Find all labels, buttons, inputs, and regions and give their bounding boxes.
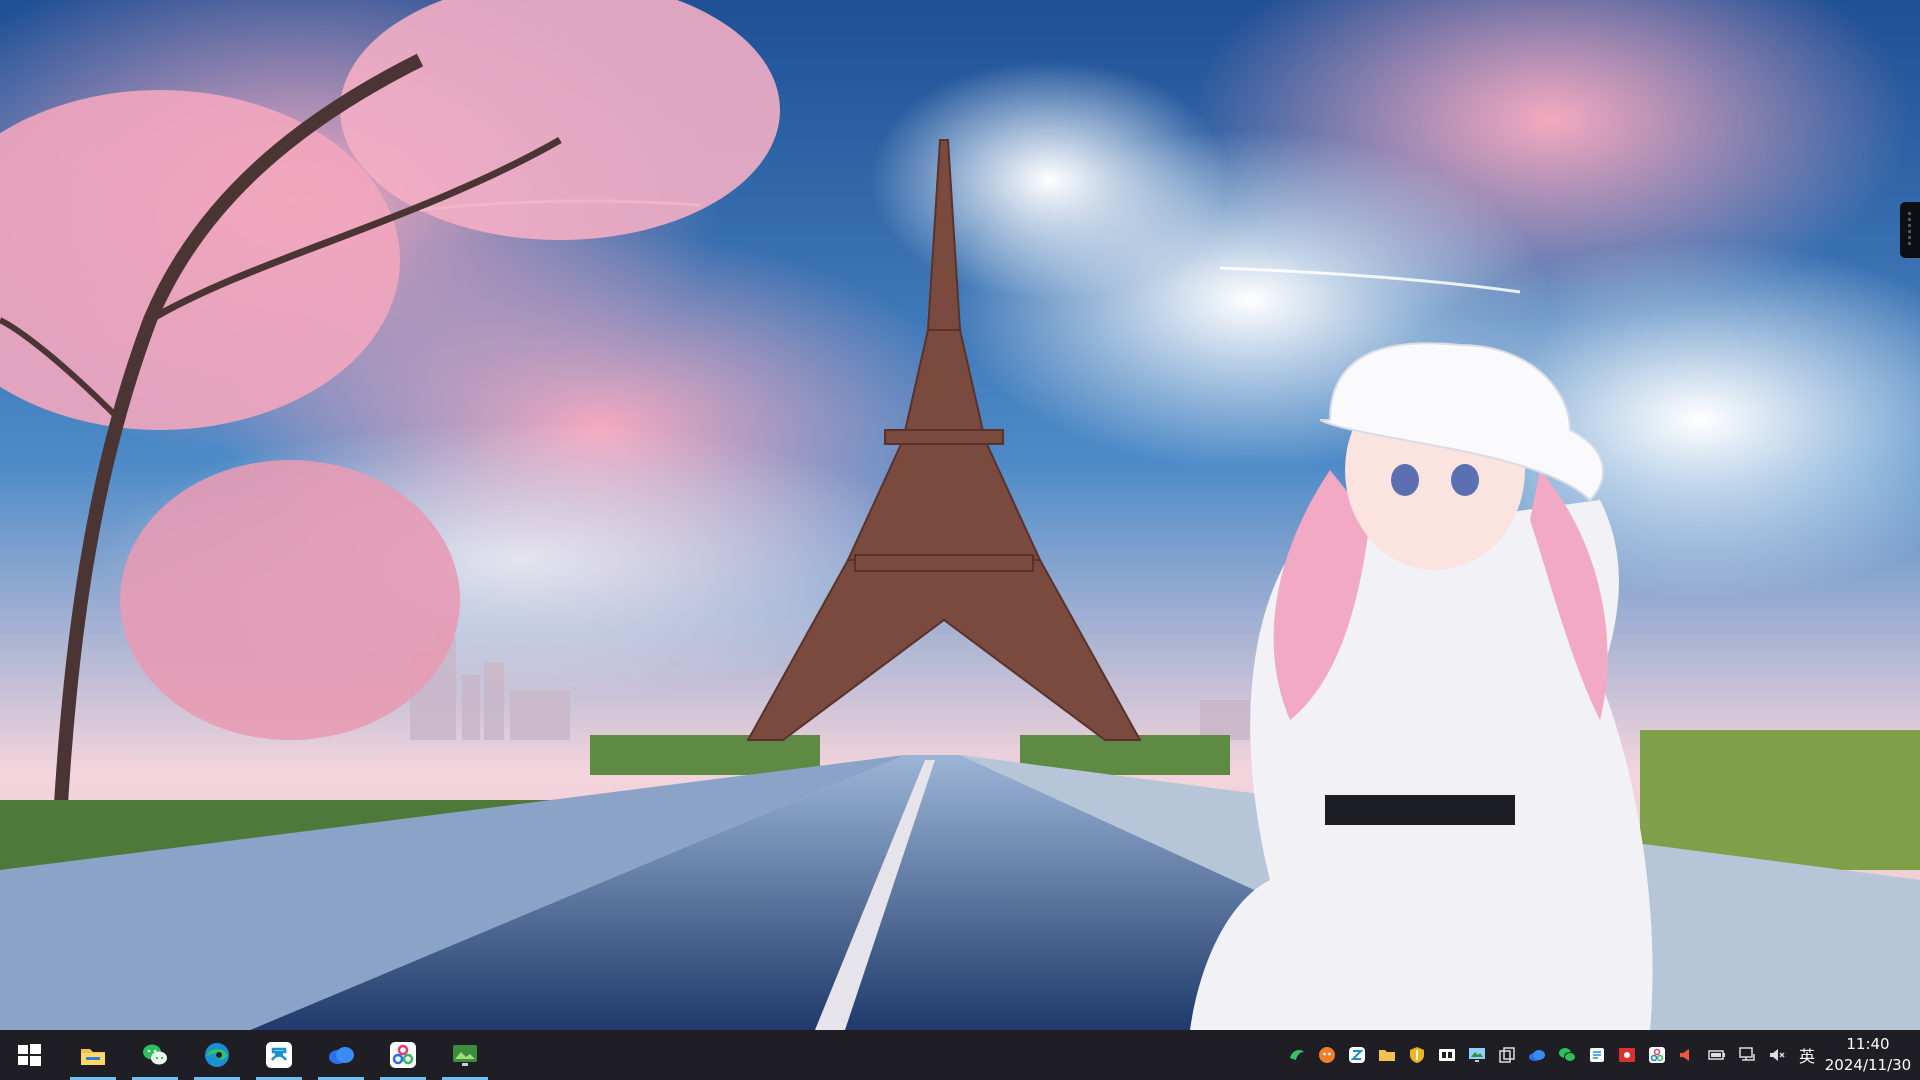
network-icon	[390, 1042, 416, 1068]
tray-copy[interactable]	[1492, 1030, 1522, 1080]
remote-desktop-icon	[453, 1045, 477, 1066]
wechat-icon	[143, 1044, 167, 1065]
folder-icon	[1379, 1050, 1395, 1061]
tray-network-status[interactable]	[1732, 1030, 1762, 1080]
tray-speaker-alert[interactable]	[1672, 1030, 1702, 1080]
taskbar: 英 11:40 2024/11/30	[0, 1030, 1920, 1080]
tray-wechat[interactable]	[1552, 1030, 1582, 1080]
wechat-tray-icon	[1559, 1048, 1576, 1062]
taskbar-cloud-drive[interactable]	[250, 1030, 308, 1080]
taskbar-wechat[interactable]	[126, 1030, 184, 1080]
taskbar-file-explorer[interactable]	[64, 1030, 122, 1080]
orange-app-icon	[1319, 1047, 1335, 1063]
cloud-icon	[1529, 1050, 1545, 1061]
taskbar-network-app[interactable]	[374, 1030, 432, 1080]
tray-security[interactable]	[1402, 1030, 1432, 1080]
taskbar-clock[interactable]: 11:40 2024/11/30	[1820, 1034, 1916, 1076]
media-icon	[1439, 1049, 1455, 1061]
blue-app-icon	[1349, 1047, 1365, 1063]
tray-cloud[interactable]	[1522, 1030, 1552, 1080]
volume-muted-icon	[1770, 1049, 1785, 1061]
ime-indicator[interactable]: 英	[1792, 1030, 1822, 1080]
network-monitor-icon	[1739, 1047, 1755, 1061]
security-shield-icon	[1410, 1047, 1424, 1063]
red-app-icon	[1619, 1048, 1635, 1062]
wallpaper-illustration	[0, 0, 1920, 1030]
file-explorer-icon	[81, 1049, 105, 1065]
taskbar-baidu-netdisk[interactable]	[312, 1030, 370, 1080]
system-tray: 英	[1282, 1030, 1822, 1080]
tray-network-app[interactable]	[1642, 1030, 1672, 1080]
desktop-wallpaper	[0, 0, 1920, 1030]
tray-screen[interactable]	[1462, 1030, 1492, 1080]
ime-label: 英	[1798, 1047, 1815, 1066]
tray-volume[interactable]	[1762, 1030, 1792, 1080]
tray-blue-app[interactable]	[1342, 1030, 1372, 1080]
tray-green-app[interactable]	[1282, 1030, 1312, 1080]
tray-battery[interactable]	[1702, 1030, 1732, 1080]
tray-orange-app[interactable]	[1312, 1030, 1342, 1080]
taskbar-remote-desktop[interactable]	[436, 1030, 494, 1080]
edge-drag-handle[interactable]	[1900, 202, 1920, 258]
baidu-netdisk-icon	[329, 1047, 354, 1064]
start-button[interactable]	[0, 1030, 58, 1080]
tray-document[interactable]	[1582, 1030, 1612, 1080]
cloud-drive-icon	[266, 1042, 292, 1068]
speaker-alert-icon	[1680, 1049, 1689, 1061]
clock-time: 11:40	[1846, 1035, 1890, 1053]
green-app-icon	[1290, 1050, 1304, 1060]
edge-browser-icon	[205, 1043, 229, 1067]
tray-media[interactable]	[1432, 1030, 1462, 1080]
taskbar-edge-browser[interactable]	[188, 1030, 246, 1080]
windows-logo-icon	[18, 1044, 41, 1066]
copy-icon	[1499, 1047, 1515, 1063]
document-icon	[1590, 1048, 1604, 1062]
screen-icon	[1469, 1048, 1485, 1062]
tray-red-app[interactable]	[1612, 1030, 1642, 1080]
network-tray-icon	[1649, 1047, 1665, 1063]
tray-folder[interactable]	[1372, 1030, 1402, 1080]
battery-icon	[1708, 1050, 1725, 1060]
clock-date: 2024/11/30	[1824, 1056, 1912, 1074]
